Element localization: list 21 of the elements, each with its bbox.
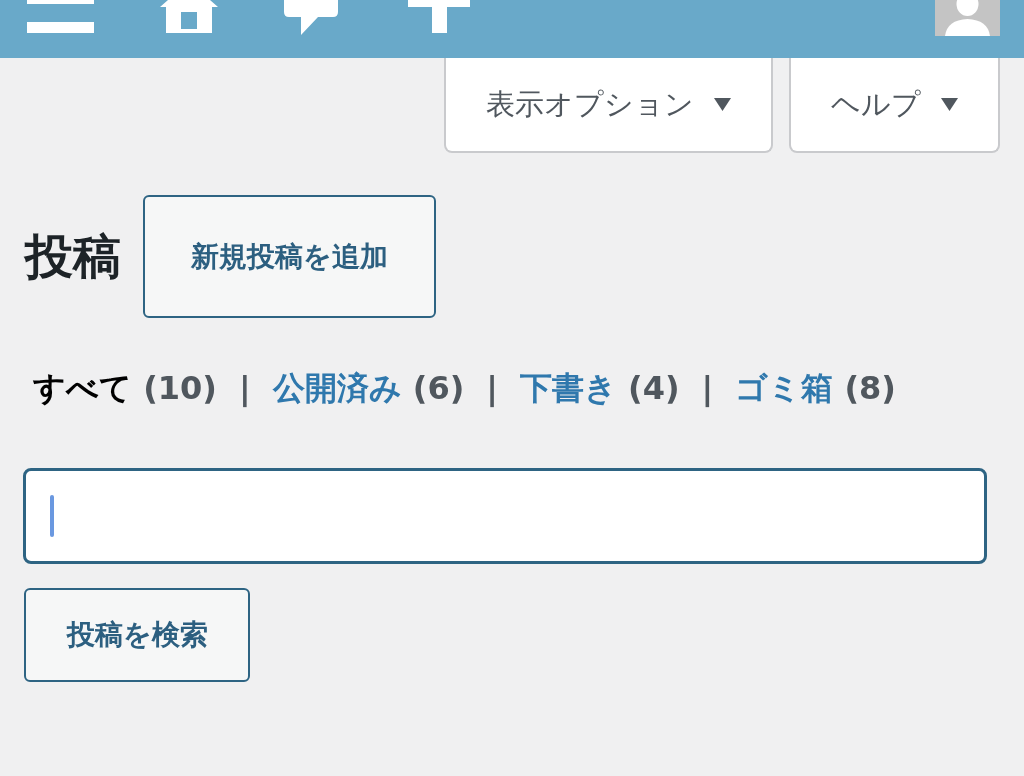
screen-tab[interactable]: 表示オプション [444, 58, 773, 153]
filter-link[interactable]: ゴミ箱 (8) [735, 368, 896, 410]
plus-icon[interactable] [408, 0, 470, 33]
filter-separator: | [701, 368, 714, 409]
caret-icon [941, 98, 958, 111]
add-new-post-button[interactable]: 新規投稿を追加 [143, 195, 436, 318]
filter-link[interactable]: 下書き (4) [519, 368, 680, 410]
filter-separator: | [238, 368, 251, 409]
caret-icon [714, 98, 731, 111]
text-cursor-icon [50, 494, 54, 537]
filter-link[interactable]: すべて (10) [33, 368, 217, 410]
page-title: 投稿 [25, 227, 121, 286]
user-avatar-icon[interactable] [935, 0, 1000, 36]
filter-separator: | [486, 368, 498, 409]
home-icon[interactable] [160, 0, 218, 33]
comment-icon[interactable] [284, 0, 338, 35]
menu-icon[interactable] [27, 0, 94, 33]
screen-tab[interactable]: ヘルプ [789, 58, 1000, 153]
search-field[interactable] [23, 467, 987, 564]
search-posts-button[interactable]: 投稿を検索 [24, 587, 250, 682]
filter-link[interactable]: 公開済み (6) [272, 368, 465, 410]
